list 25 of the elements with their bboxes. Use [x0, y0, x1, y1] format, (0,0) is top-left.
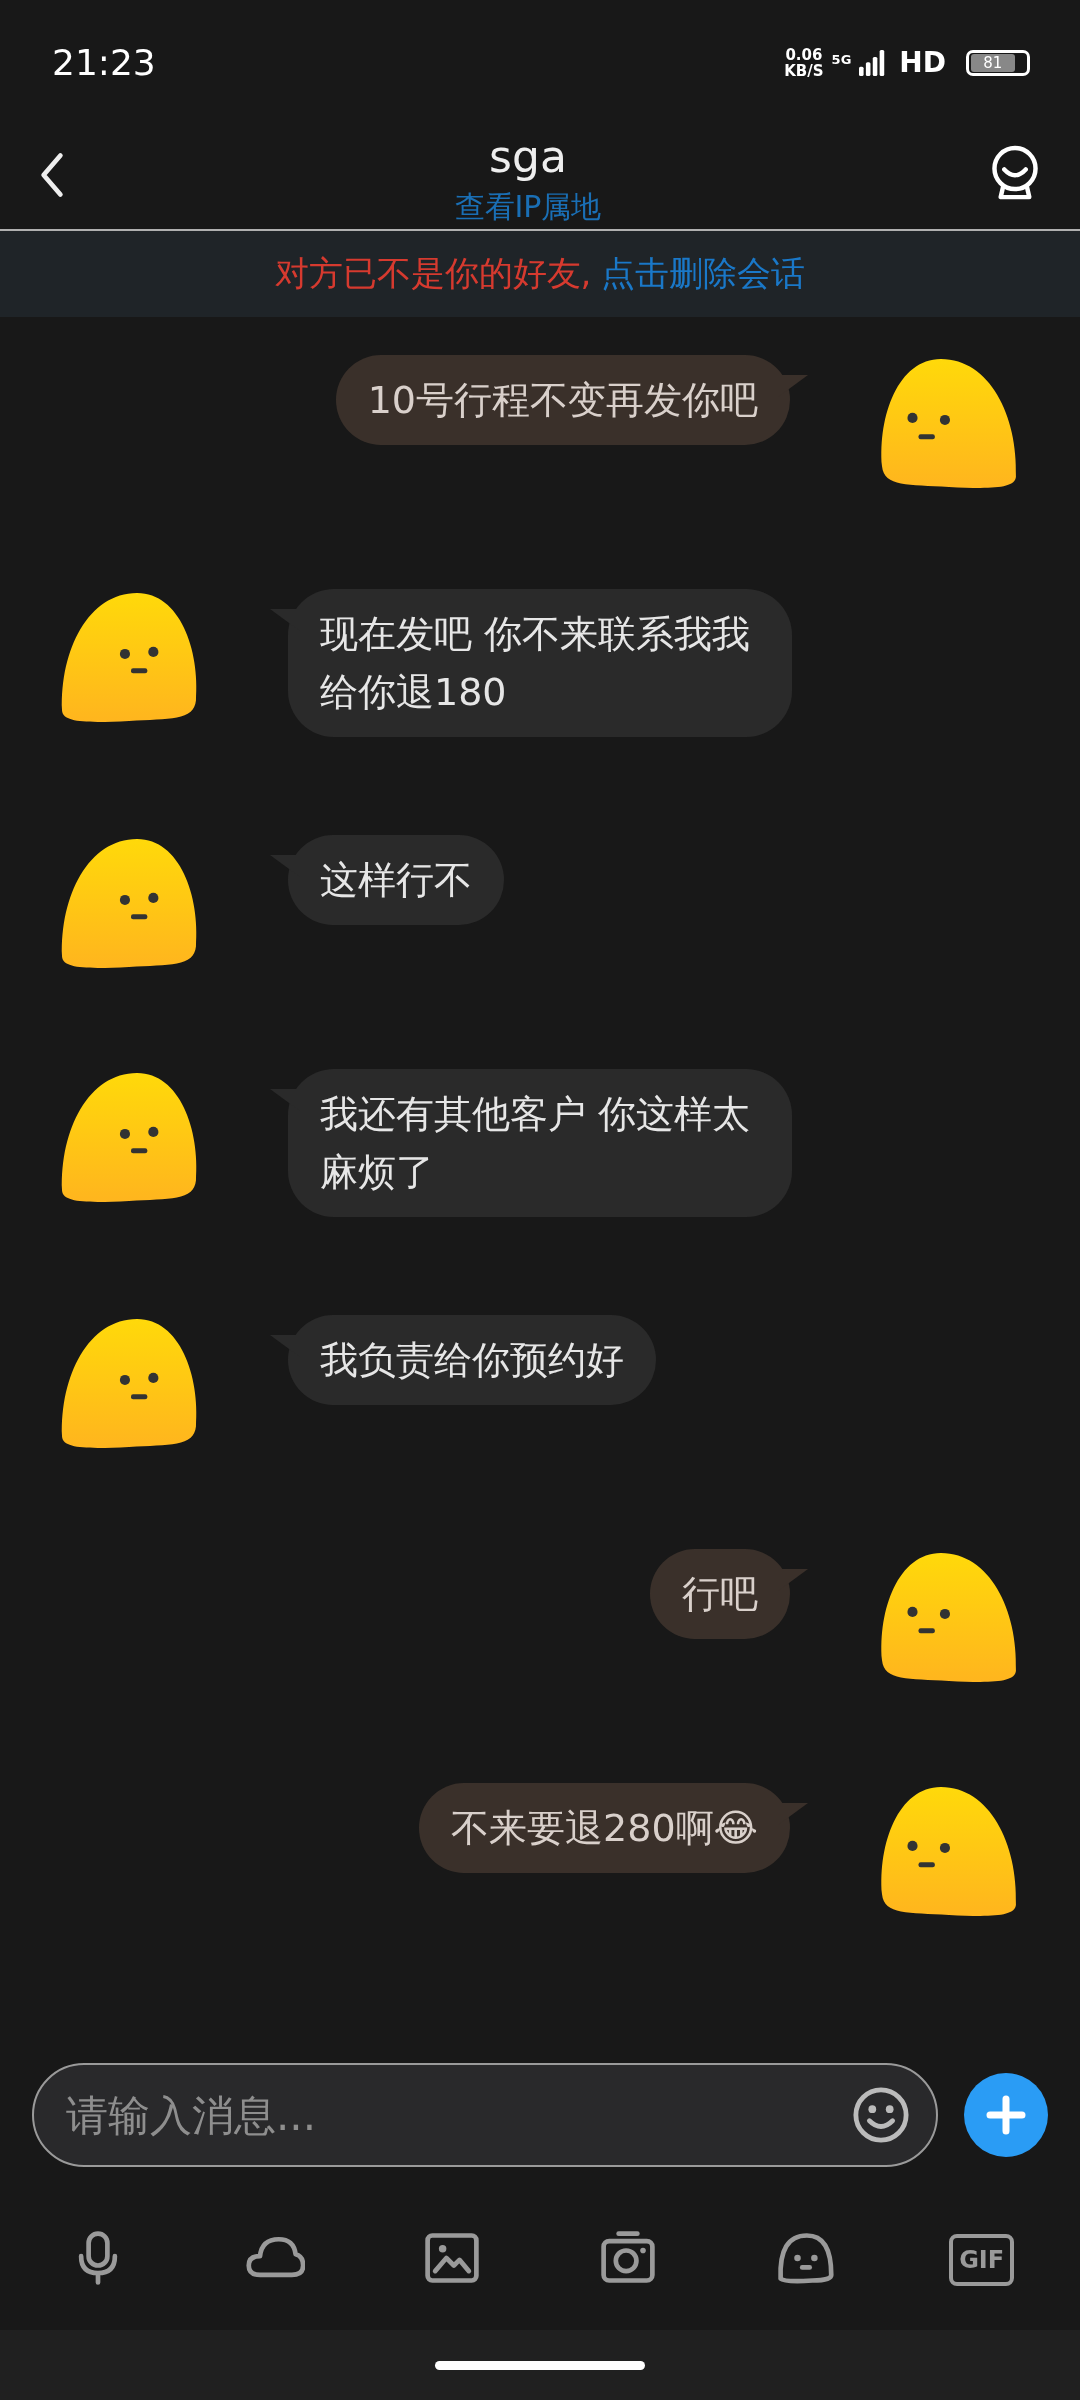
message-bubble: 不来要退280啊😂	[419, 1783, 790, 1873]
signal-icon	[859, 48, 886, 77]
message-bubble: 我负责给你预约好	[288, 1315, 656, 1405]
delete-chat-link[interactable]: 点击删除会话	[601, 251, 806, 297]
chat-title: sga	[489, 130, 567, 184]
home-indicator[interactable]	[435, 2360, 645, 2370]
emoji-icon[interactable]	[852, 2086, 910, 2144]
message-bubble: 现在发吧 你不来联系我我给你退180	[288, 589, 792, 737]
plus-button[interactable]	[964, 2073, 1048, 2157]
message-input[interactable]: 请输入消息...	[64, 2089, 852, 2141]
hd-label: HD	[899, 46, 946, 79]
back-icon[interactable]	[38, 151, 66, 199]
not-friend-notice: 对方已不是你的好友,	[274, 252, 592, 295]
clock-time: 21:23	[52, 42, 156, 83]
gif-button[interactable]: GIF	[949, 2234, 1015, 2286]
message-bubble: 我还有其他客户 你这样太麻烦了	[288, 1069, 792, 1217]
message-bubble: 这样行不	[288, 835, 504, 925]
message-bubble: 行吧	[650, 1549, 790, 1639]
ip-location-link[interactable]: 查看IP属地	[454, 187, 602, 227]
battery-level: 81	[966, 49, 1030, 76]
network-type: 5G	[831, 52, 852, 67]
message-bubble: 10号行程不变再发你吧	[335, 355, 790, 445]
message-field[interactable]: 请输入消息...	[32, 2063, 938, 2167]
profile-icon[interactable]	[990, 145, 1040, 201]
network-speed: 0.06 KB/S	[784, 46, 824, 79]
